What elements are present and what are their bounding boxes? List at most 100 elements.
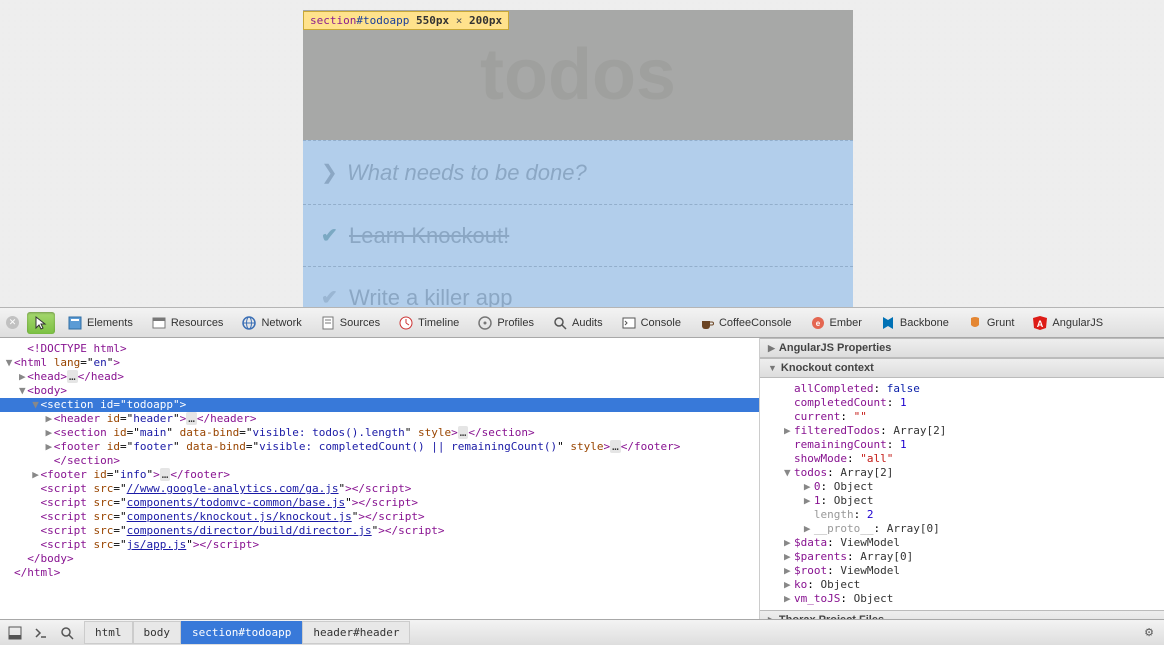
coffeeconsole-tab[interactable]: CoffeeConsole xyxy=(693,312,798,334)
property-key: current xyxy=(794,410,840,423)
dom-node[interactable]: </html> xyxy=(0,566,759,580)
dom-node[interactable]: ▼<html lang="en"> xyxy=(0,356,759,370)
property-row[interactable]: ▶ko: Object xyxy=(784,578,1160,592)
tab-label: Resources xyxy=(171,317,224,329)
console-icon[interactable] xyxy=(32,624,50,642)
console-tab[interactable]: Console xyxy=(615,312,687,334)
disclosure-triangle-icon[interactable]: ▶ xyxy=(804,494,814,508)
disclosure-triangle-icon[interactable]: ▶ xyxy=(784,564,794,578)
dom-node[interactable]: ▶<section id="main" data-bind="visible: … xyxy=(0,426,759,440)
dom-node[interactable]: ▶<head>…</head> xyxy=(0,370,759,384)
disclosure-triangle-icon[interactable]: ▶ xyxy=(17,370,27,384)
knockout-context-body[interactable]: allCompleted: false completedCount: 1 cu… xyxy=(760,378,1164,610)
breadcrumb-item[interactable]: header#header xyxy=(302,621,410,644)
property-row[interactable]: allCompleted: false xyxy=(784,382,1160,396)
disclosure-triangle-icon[interactable] xyxy=(804,508,814,522)
disclosure-triangle-icon[interactable] xyxy=(17,552,27,566)
dom-node[interactable]: ▶<footer id="info">…</footer> xyxy=(0,468,759,482)
dom-node[interactable]: ▼<section id="todoapp"> xyxy=(0,398,759,412)
property-row[interactable]: ▶$root: ViewModel xyxy=(784,564,1160,578)
property-row[interactable]: ▶filteredTodos: Array[2] xyxy=(784,424,1160,438)
disclosure-triangle-icon[interactable]: ▶ xyxy=(784,550,794,564)
accordion-thorax[interactable]: ▶Thorax Project Files xyxy=(760,610,1164,619)
disclosure-triangle-icon[interactable]: ▼ xyxy=(31,398,41,412)
disclosure-triangle-icon[interactable] xyxy=(31,524,41,538)
disclosure-triangle-icon[interactable] xyxy=(31,538,41,552)
gear-icon[interactable]: ⚙ xyxy=(1140,624,1158,642)
dom-node[interactable]: <script src="components/todomvc-common/b… xyxy=(0,496,759,510)
dom-node[interactable]: <script src="components/knockout.js/knoc… xyxy=(0,510,759,524)
dom-node[interactable]: <script src="components/director/build/d… xyxy=(0,524,759,538)
dom-node[interactable]: ▶<header id="header">…</header> xyxy=(0,412,759,426)
disclosure-triangle-icon[interactable]: ▶ xyxy=(784,424,794,438)
breadcrumb-item[interactable]: body xyxy=(133,621,182,644)
property-row[interactable]: ▶vm_toJS: Object xyxy=(784,592,1160,606)
disclosure-triangle-icon[interactable]: ▶ xyxy=(784,536,794,550)
disclosure-triangle-icon[interactable]: ▶ xyxy=(44,412,54,426)
disclosure-triangle-icon[interactable]: ▶ xyxy=(31,468,41,482)
ember-tab[interactable]: eEmber xyxy=(804,312,868,334)
property-row[interactable]: showMode: "all" xyxy=(784,452,1160,466)
timeline-tab[interactable]: Timeline xyxy=(392,312,465,334)
property-row[interactable]: ▶__proto__: Array[0] xyxy=(784,522,1160,536)
dom-node[interactable]: ▼<body> xyxy=(0,384,759,398)
property-row[interactable]: completedCount: 1 xyxy=(784,396,1160,410)
disclosure-triangle-icon[interactable]: ▶ xyxy=(784,592,794,606)
close-icon[interactable]: ✕ xyxy=(6,316,19,329)
accordion-angular[interactable]: ▶AngularJS Properties xyxy=(760,338,1164,358)
search-icon[interactable] xyxy=(58,624,76,642)
disclosure-triangle-icon[interactable] xyxy=(784,382,794,396)
audits-tab[interactable]: Audits xyxy=(546,312,609,334)
property-row[interactable]: ▼todos: Array[2] xyxy=(784,466,1160,480)
breadcrumb-item[interactable]: section#todoapp xyxy=(181,621,302,644)
disclosure-triangle-icon[interactable]: ▶ xyxy=(44,426,54,440)
disclosure-triangle-icon[interactable] xyxy=(31,496,41,510)
elements-tab[interactable]: Elements xyxy=(61,312,139,334)
disclosure-triangle-icon[interactable] xyxy=(784,438,794,452)
sources-tab[interactable]: Sources xyxy=(314,312,386,334)
disclosure-triangle-icon[interactable] xyxy=(17,342,27,356)
accordion-knockout[interactable]: ▼Knockout context xyxy=(760,358,1164,378)
dock-icon[interactable] xyxy=(6,624,24,642)
elements-tree[interactable]: <!DOCTYPE html>▼<html lang="en"> ▶<head>… xyxy=(0,338,760,619)
dom-node[interactable]: </section> xyxy=(0,454,759,468)
disclosure-triangle-icon[interactable] xyxy=(31,510,41,524)
disclosure-triangle-icon[interactable] xyxy=(31,482,41,496)
property-key: 1 xyxy=(814,494,821,507)
breadcrumb-item[interactable]: html xyxy=(84,621,133,644)
dom-node[interactable]: <!DOCTYPE html> xyxy=(0,342,759,356)
property-row[interactable]: ▶1: Object xyxy=(784,494,1160,508)
profiles-tab[interactable]: Profiles xyxy=(471,312,540,334)
disclosure-triangle-icon[interactable]: ▼ xyxy=(4,356,14,370)
disclosure-triangle-icon[interactable]: ▼ xyxy=(784,466,794,480)
resources-tab[interactable]: Resources xyxy=(145,312,230,334)
disclosure-triangle-icon[interactable] xyxy=(44,454,54,468)
backbone-tab[interactable]: Backbone xyxy=(874,312,955,334)
inspect-tab[interactable] xyxy=(27,312,55,334)
property-row[interactable]: current: "" xyxy=(784,410,1160,424)
dom-node[interactable]: ▶<footer id="footer" data-bind="visible:… xyxy=(0,440,759,454)
element-tooltip: section#todoapp 550px × 200px xyxy=(303,11,509,30)
disclosure-triangle-icon[interactable] xyxy=(784,452,794,466)
property-row[interactable]: ▶$data: ViewModel xyxy=(784,536,1160,550)
disclosure-triangle-icon[interactable]: ▼ xyxy=(17,384,27,398)
disclosure-triangle-icon[interactable] xyxy=(4,566,14,580)
network-tab[interactable]: Network xyxy=(235,312,307,334)
disclosure-triangle-icon[interactable]: ▶ xyxy=(44,440,54,454)
disclosure-triangle-icon[interactable] xyxy=(784,410,794,424)
disclosure-triangle-icon[interactable]: ▶ xyxy=(784,578,794,592)
grunt-tab[interactable]: Grunt xyxy=(961,312,1021,334)
disclosure-triangle-icon[interactable]: ▶ xyxy=(804,480,814,494)
disclosure-triangle-icon[interactable]: ▶ xyxy=(804,522,814,536)
disclosure-triangle-icon[interactable] xyxy=(784,396,794,410)
dom-node[interactable]: <script src="js/app.js"></script> xyxy=(0,538,759,552)
tab-label: Profiles xyxy=(497,317,534,329)
property-row[interactable]: remainingCount: 1 xyxy=(784,438,1160,452)
svg-text:A: A xyxy=(1037,319,1044,329)
property-row[interactable]: ▶0: Object xyxy=(784,480,1160,494)
angularjs-tab[interactable]: AAngularJS xyxy=(1026,312,1109,334)
property-row[interactable]: ▶$parents: Array[0] xyxy=(784,550,1160,564)
property-row[interactable]: length: 2 xyxy=(784,508,1160,522)
dom-node[interactable]: </body> xyxy=(0,552,759,566)
dom-node[interactable]: <script src="//www.google-analytics.com/… xyxy=(0,482,759,496)
